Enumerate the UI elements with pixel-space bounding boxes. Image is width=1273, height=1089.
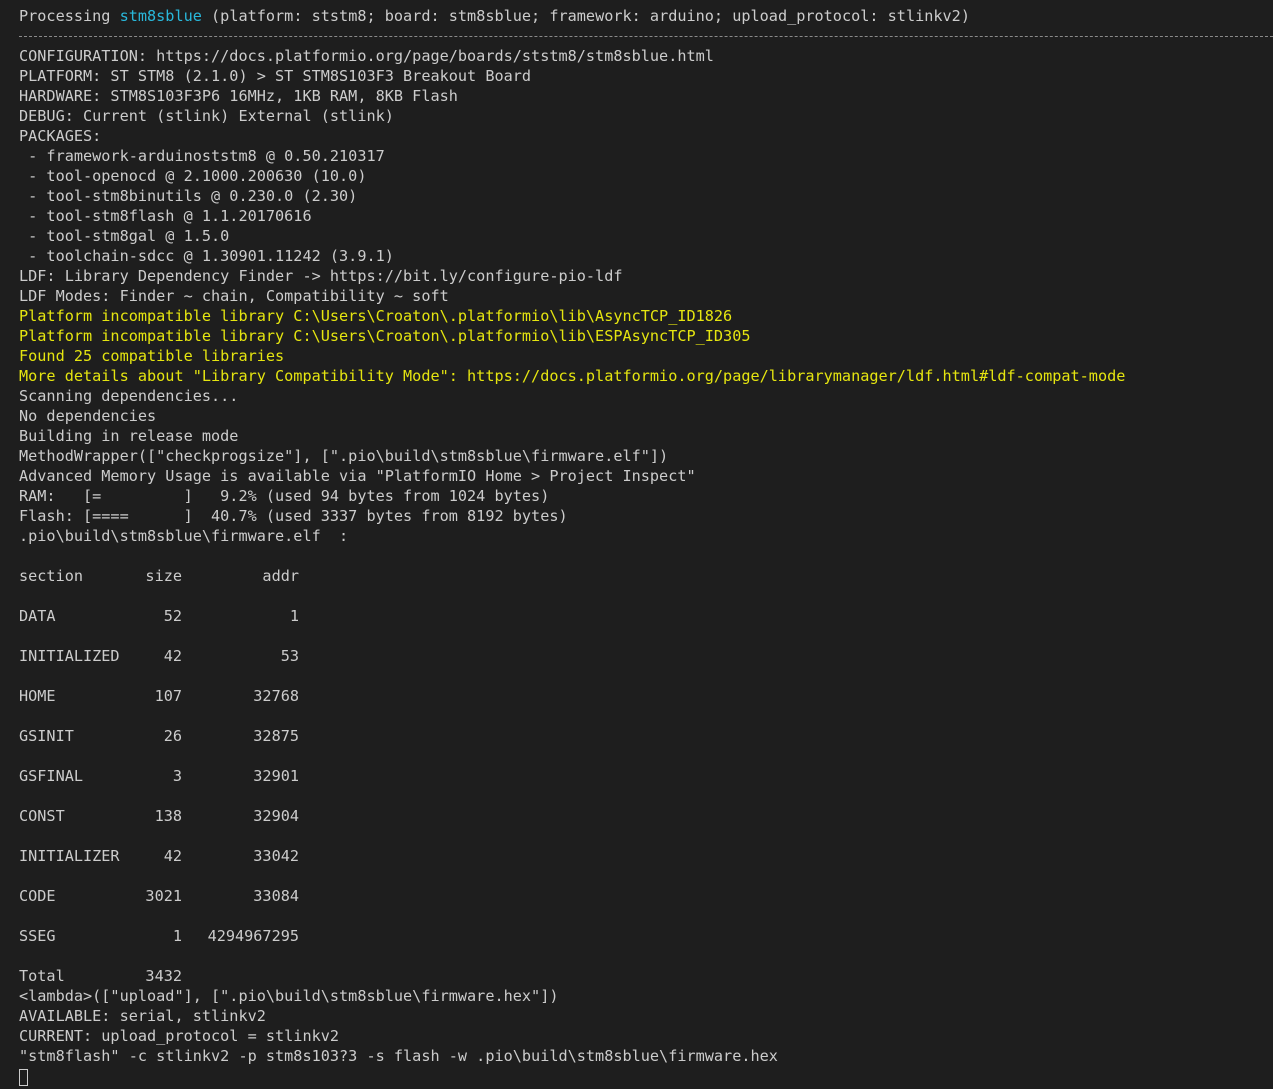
upload-line: CURRENT: upload_protocol = stlinkv2 xyxy=(19,1027,340,1045)
row-section: HOME xyxy=(19,687,56,705)
table-row: GSFINAL 3 32901 xyxy=(19,766,1273,786)
prompt-line[interactable] xyxy=(19,1066,1273,1086)
row-size: 26 xyxy=(163,727,182,745)
info-line: - toolchain-sdcc @ 1.30901.11242 (3.9.1) xyxy=(19,247,394,265)
info-line: - framework-arduinoststm8 @ 0.50.210317 xyxy=(19,147,385,165)
row-size: 107 xyxy=(154,687,182,705)
table-header-addr: addr xyxy=(262,567,299,585)
info-line: PLATFORM: ST STM8 (2.1.0) > ST STM8S103F… xyxy=(19,67,532,85)
row-addr: 33084 xyxy=(253,887,299,905)
warning-line: Platform incompatible library C:\Users\C… xyxy=(19,307,733,325)
table-header: section size addr xyxy=(19,566,1273,586)
row-addr: 1 xyxy=(289,607,299,625)
build-line: .pio\build\stm8sblue\firmware.elf : xyxy=(19,527,349,545)
terminal-window[interactable]: { "header": { "prefix": "Processing ", "… xyxy=(0,0,1273,1089)
row-section: INITIALIZED xyxy=(19,647,120,665)
processing-suffix: (platform: ststm8; board: stm8sblue; fra… xyxy=(201,7,970,25)
table-row: HOME 107 32768 xyxy=(19,686,1273,706)
total-label: Total xyxy=(19,967,65,985)
row-addr: 32768 xyxy=(253,687,299,705)
warning-line: Platform incompatible library C:\Users\C… xyxy=(19,327,751,345)
info-line: CONFIGURATION: https://docs.platformio.o… xyxy=(19,47,714,65)
table-row: CODE 3021 33084 xyxy=(19,886,1273,906)
row-section: GSINIT xyxy=(19,727,74,745)
build-line: Scanning dependencies... xyxy=(19,387,239,405)
row-addr: 53 xyxy=(280,647,299,665)
table-row: CONST 138 32904 xyxy=(19,806,1273,826)
info-line: DEBUG: Current (stlink) External (stlink… xyxy=(19,107,394,125)
text-cursor[interactable] xyxy=(19,1069,28,1086)
processing-prefix: Processing xyxy=(19,7,120,25)
info-line: HARDWARE: STM8S103F3P6 16MHz, 1KB RAM, 8… xyxy=(19,87,458,105)
info-line: - tool-openocd @ 2.1000.200630 (10.0) xyxy=(19,167,367,185)
row-section: CODE xyxy=(19,887,56,905)
upload-line: AVAILABLE: serial, stlinkv2 xyxy=(19,1007,266,1025)
warning-line: More details about "Library Compatibilit… xyxy=(19,367,1126,385)
table-row: GSINIT 26 32875 xyxy=(19,726,1273,746)
row-size: 42 xyxy=(163,847,182,865)
row-addr: 33042 xyxy=(253,847,299,865)
table-header-section: section xyxy=(19,567,84,585)
row-addr: 32875 xyxy=(253,727,299,745)
row-size: 52 xyxy=(163,607,182,625)
info-line: - tool-stm8binutils @ 0.230.0 (2.30) xyxy=(19,187,358,205)
separator-dash xyxy=(19,36,1273,37)
info-line: PACKAGES: xyxy=(19,127,102,145)
separator-line xyxy=(19,26,1273,46)
table-row: INITIALIZER 42 33042 xyxy=(19,846,1273,866)
info-line: LDF: Library Dependency Finder -> https:… xyxy=(19,267,623,285)
info-line: - tool-stm8gal @ 1.5.0 xyxy=(19,227,230,245)
build-line: MethodWrapper(["checkprogsize"], [".pio\… xyxy=(19,447,669,465)
table-row: SSEG 1 4294967295 xyxy=(19,926,1273,946)
upload-line: "stm8flash" -c stlinkv2 -p stm8s103?3 -s… xyxy=(19,1047,778,1065)
row-section: DATA xyxy=(19,607,56,625)
flash-usage-line: Flash: [==== ] 40.7% (used 3337 bytes fr… xyxy=(19,507,568,525)
total-value: 3432 xyxy=(145,967,182,985)
row-addr: 32904 xyxy=(253,807,299,825)
processing-line: Processing stm8sblue (platform: ststm8; … xyxy=(19,6,1273,26)
row-size: 42 xyxy=(163,647,182,665)
table-row: DATA 52 1 xyxy=(19,606,1273,626)
row-size: 138 xyxy=(154,807,182,825)
build-line: Advanced Memory Usage is available via "… xyxy=(19,467,696,485)
row-size: 1 xyxy=(172,927,182,945)
row-section: INITIALIZER xyxy=(19,847,120,865)
row-addr: 4294967295 xyxy=(207,927,299,945)
info-line: LDF Modes: Finder ~ chain, Compatibility… xyxy=(19,287,449,305)
build-line: Building in release mode xyxy=(19,427,239,445)
row-section: CONST xyxy=(19,807,65,825)
row-size: 3021 xyxy=(145,887,182,905)
warning-line: Found 25 compatible libraries xyxy=(19,347,285,365)
env-name: stm8sblue xyxy=(119,7,202,25)
terminal-output[interactable]: Processing stm8sblue (platform: ststm8; … xyxy=(19,6,1273,1089)
table-row: INITIALIZED 42 53 xyxy=(19,646,1273,666)
table-header-size: size xyxy=(145,567,182,585)
ram-usage-line: RAM: [= ] 9.2% (used 94 bytes from 1024 … xyxy=(19,487,550,505)
row-addr: 32901 xyxy=(253,767,299,785)
row-size: 3 xyxy=(172,767,182,785)
table-total-row: Total 3432 xyxy=(19,966,1273,986)
row-section: SSEG xyxy=(19,927,56,945)
build-line: No dependencies xyxy=(19,407,157,425)
row-section: GSFINAL xyxy=(19,767,84,785)
info-line: - tool-stm8flash @ 1.1.20170616 xyxy=(19,207,312,225)
upload-line: <lambda>(["upload"], [".pio\build\stm8sb… xyxy=(19,987,559,1005)
